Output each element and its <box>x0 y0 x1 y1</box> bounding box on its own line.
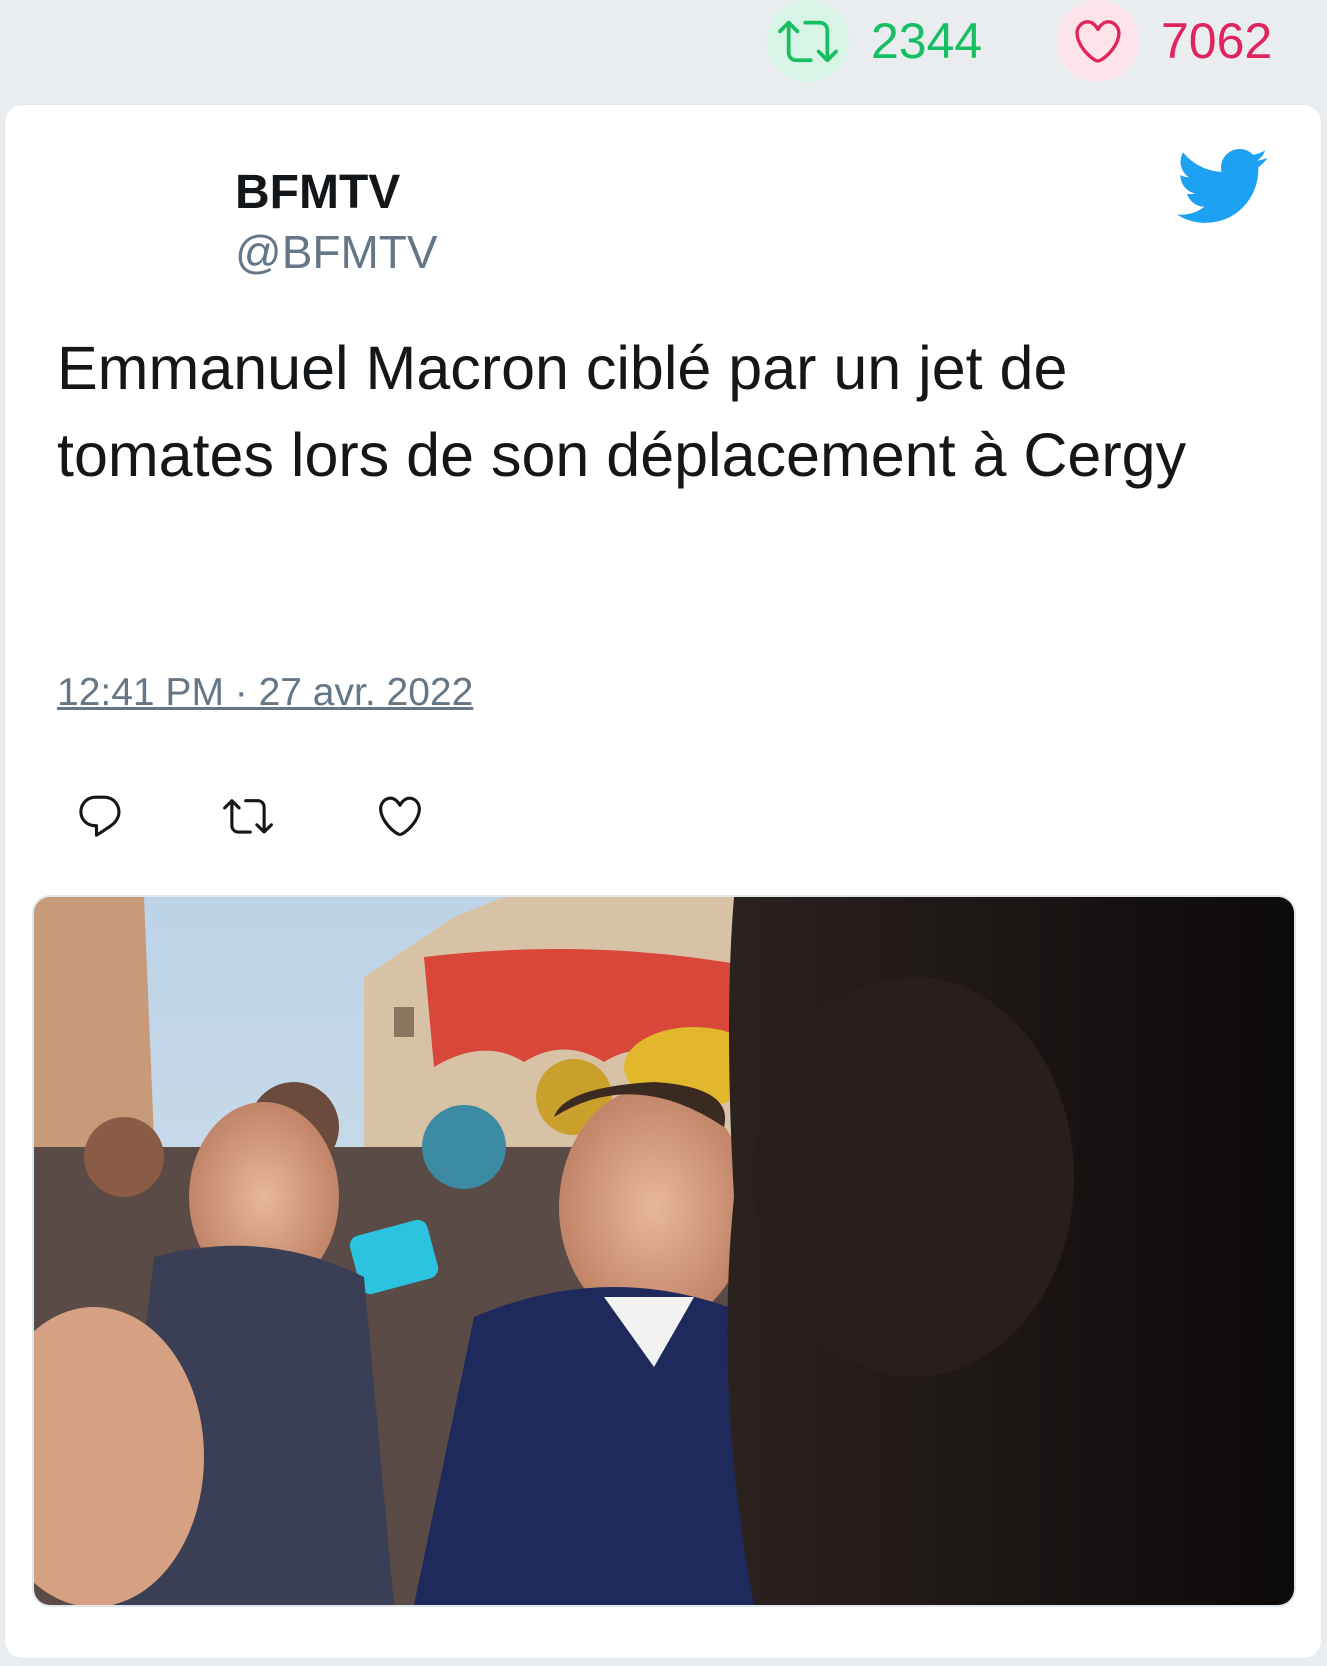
user-handle[interactable]: @BFMTV <box>235 225 438 279</box>
reply-icon <box>79 795 121 837</box>
reply-button[interactable] <box>75 791 125 841</box>
retweet-count: 2344 <box>871 13 983 69</box>
heart-icon <box>1057 0 1139 82</box>
retweet-icon <box>767 0 849 82</box>
twitter-bird-icon[interactable] <box>1173 145 1269 227</box>
like-stat[interactable]: 7062 <box>1057 0 1272 82</box>
like-button[interactable] <box>375 791 425 841</box>
display-name[interactable]: BFMTV <box>235 165 400 220</box>
retweet-icon <box>223 799 273 834</box>
crowd-photo-illustration <box>34 897 1294 1605</box>
avatar[interactable] <box>55 167 185 297</box>
tweet-media-photo[interactable] <box>32 895 1296 1607</box>
tweet-card: BFMTV @BFMTV Emmanuel Macron ciblé par u… <box>4 104 1322 1659</box>
tweet-timestamp[interactable]: 12:41 PM · 27 avr. 2022 <box>57 671 473 715</box>
retweet-button[interactable] <box>223 791 273 841</box>
like-count: 7062 <box>1161 13 1273 69</box>
retweet-stat[interactable]: 2344 <box>767 0 982 82</box>
engagement-stats: 2344 7062 <box>0 0 1327 104</box>
heart-icon <box>379 796 421 837</box>
tweet-text: Emmanuel Macron ciblé par un jet de toma… <box>57 334 1187 489</box>
